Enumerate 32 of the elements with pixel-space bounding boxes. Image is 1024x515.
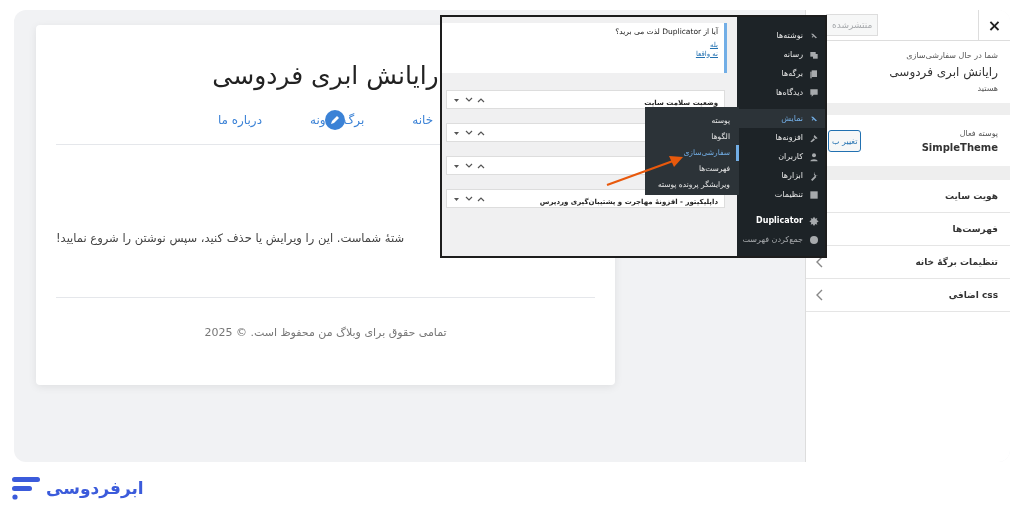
logo-icon bbox=[12, 476, 40, 500]
nav-link[interactable]: درباره ما bbox=[217, 110, 262, 130]
theme-name: SimpleTheme bbox=[921, 142, 998, 153]
menu-item[interactable]: رسانه bbox=[737, 45, 825, 64]
customizing-label: شما در حال سفارشی‌سازی bbox=[905, 51, 998, 60]
theme-label: پوسته فعال bbox=[958, 129, 998, 138]
nav-link[interactable]: خانه bbox=[412, 110, 434, 130]
menu-item[interactable]: افزونه‌ها bbox=[737, 128, 825, 147]
menu-item-icon bbox=[809, 215, 819, 226]
site-name: رایانش ابری فردوسی bbox=[888, 65, 998, 79]
menu-item-icon bbox=[809, 234, 819, 245]
menu-item[interactable]: نوشته‌ها bbox=[737, 26, 825, 45]
customizing-label-end: هستید bbox=[976, 84, 998, 93]
site-title: رایانش ابری فردوسی bbox=[212, 61, 439, 90]
section-item[interactable]: css اضافی bbox=[806, 279, 1010, 312]
logo-text: ابرفردوسی bbox=[46, 478, 144, 498]
nav-link[interactable]: برگ ونه bbox=[310, 110, 365, 130]
post-excerpt: شتهٔ شماست. این را ویرایش یا حذف کنید، سپس نوشتن را شروع نمایید! bbox=[56, 231, 405, 245]
menu-item-icon bbox=[809, 68, 819, 79]
copyright-text: تمامی حقوق برای وبلاگ من محفوظ است. © 2025 bbox=[204, 326, 447, 339]
edit-pencil-icon[interactable] bbox=[324, 110, 345, 130]
menu-item[interactable]: دیدگاه‌ها bbox=[737, 83, 825, 102]
menu-item-icon bbox=[809, 49, 819, 60]
chevron-icon bbox=[816, 289, 824, 301]
menu-item[interactable]: نمایش bbox=[737, 109, 825, 128]
menu-item[interactable]: کاربران bbox=[737, 147, 825, 166]
menu-item-icon bbox=[809, 151, 819, 162]
menu-item-icon bbox=[809, 189, 819, 200]
menu-item-icon bbox=[809, 132, 819, 143]
menu-item[interactable]: برگه‌ها bbox=[737, 64, 825, 83]
change-theme-button[interactable]: تغییر ب bbox=[828, 130, 862, 152]
menu-item-icon bbox=[809, 87, 819, 98]
